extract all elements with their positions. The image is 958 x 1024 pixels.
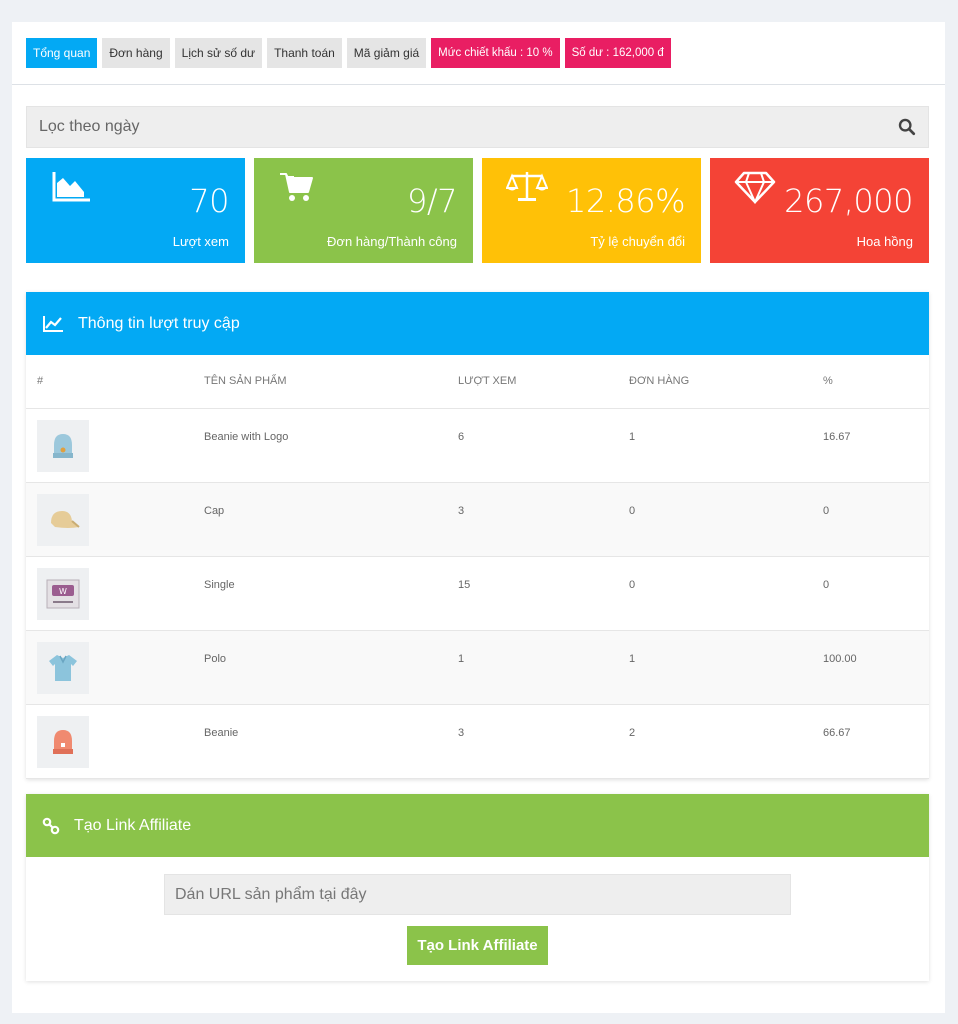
balance-badge: Số dư : 162,000 đ (564, 38, 671, 68)
date-filter (26, 106, 929, 148)
tab-coupons[interactable]: Mã giảm giá (346, 38, 427, 68)
product-name[interactable]: Polo (204, 630, 458, 705)
col-orders: Đơn hàng (629, 355, 823, 409)
svg-text:W: W (59, 587, 67, 596)
col-index: # (26, 355, 204, 409)
create-affiliate-link-button[interactable]: Tạo Link Affiliate (407, 926, 548, 965)
stat-orders: 9/7 Đơn hàng/Thành công (254, 158, 473, 263)
product-views: 1 (458, 630, 629, 705)
product-percent: 0 (823, 556, 929, 631)
stat-conversion-label: Tỷ lệ chuyển đổi (590, 234, 685, 249)
table-row: Beanie 3 2 66.67 (26, 704, 929, 779)
product-percent: 66.67 (823, 704, 929, 779)
affiliate-panel-header: Tạo Link Affiliate (26, 794, 929, 857)
stat-views-value: 70 (189, 182, 229, 220)
tab-bar: Tổng quan Đơn hàng Lịch sử số dư Thanh t… (26, 38, 671, 68)
traffic-table: # Tên sản phẩm Lượt xem Đơn hàng % Beani… (26, 355, 929, 779)
stat-commission-label: Hoa hồng (856, 234, 913, 249)
discount-rate-badge: Mức chiết khấu : 10 % (431, 38, 560, 68)
tab-payment[interactable]: Thanh toán (267, 38, 342, 68)
product-name[interactable]: Single (204, 556, 458, 631)
col-views: Lượt xem (458, 355, 629, 409)
tab-orders[interactable]: Đơn hàng (102, 38, 170, 68)
table-row: Polo 1 1 100.00 (26, 630, 929, 705)
product-thumbnail-polo[interactable] (37, 641, 89, 694)
stat-views: 70 Lượt xem (26, 158, 245, 263)
table-row: Cap 3 0 0 (26, 482, 929, 557)
link-icon (42, 817, 60, 834)
product-orders: 0 (629, 556, 823, 631)
product-percent: 0 (823, 482, 929, 557)
header-divider (12, 84, 945, 85)
traffic-panel-header: Thông tin lượt truy cập (26, 292, 929, 355)
tab-overview[interactable]: Tổng quan (26, 38, 98, 68)
stat-orders-value: 9/7 (407, 182, 458, 220)
stat-views-label: Lượt xem (172, 234, 229, 249)
product-name[interactable]: Beanie (204, 704, 458, 779)
product-views: 3 (458, 482, 629, 557)
product-orders: 2 (629, 704, 823, 779)
affiliate-panel-title: Tạo Link Affiliate (74, 816, 192, 834)
tab-balance-history[interactable]: Lịch sử số dư (174, 38, 263, 68)
product-views: 3 (458, 704, 629, 779)
product-thumbnail-beanie-logo[interactable] (37, 419, 89, 472)
product-thumbnail-single[interactable]: W (37, 567, 89, 620)
product-thumbnail-beanie[interactable] (37, 715, 89, 768)
table-row: W Single 15 0 0 (26, 556, 929, 631)
col-product-name: Tên sản phẩm (204, 355, 458, 409)
col-percent: % (823, 355, 929, 409)
stat-orders-label: Đơn hàng/Thành công (327, 234, 457, 249)
dashboard-card: Tổng quan Đơn hàng Lịch sử số dư Thanh t… (12, 22, 945, 1013)
stat-conversion-value: 12.86% (565, 182, 686, 220)
product-name[interactable]: Cap (204, 482, 458, 557)
stat-conversion: 12.86% Tỷ lệ chuyển đổi (482, 158, 701, 263)
cart-icon (280, 173, 313, 201)
product-views: 15 (458, 556, 629, 631)
stat-commission-value: 267,000 (784, 182, 913, 220)
traffic-panel-title: Thông tin lượt truy cập (78, 314, 240, 332)
product-orders: 1 (629, 630, 823, 705)
affiliate-panel: Tạo Link Affiliate Tạo Link Affiliate (26, 794, 929, 981)
product-orders: 1 (629, 408, 823, 483)
traffic-panel: Thông tin lượt truy cập # Tên sản phẩm L… (26, 292, 929, 779)
product-percent: 16.67 (823, 408, 929, 483)
search-icon[interactable] (898, 118, 916, 136)
product-views: 6 (458, 408, 629, 483)
area-chart-icon (52, 172, 90, 202)
line-chart-icon (43, 315, 63, 332)
product-name[interactable]: Beanie with Logo (204, 408, 458, 483)
table-row: Beanie with Logo 6 1 16.67 (26, 408, 929, 483)
diamond-icon (734, 171, 776, 204)
product-url-input[interactable] (164, 874, 791, 915)
stats-row: 70 Lượt xem 9/7 Đơn hàng/Thành công 12.8… (26, 158, 929, 263)
product-thumbnail-cap[interactable] (37, 493, 89, 546)
stat-commission: 267,000 Hoa hồng (710, 158, 929, 263)
date-filter-input[interactable] (39, 118, 898, 136)
balance-scale-icon (506, 172, 548, 201)
product-percent: 100.00 (823, 630, 929, 705)
product-orders: 0 (629, 482, 823, 557)
